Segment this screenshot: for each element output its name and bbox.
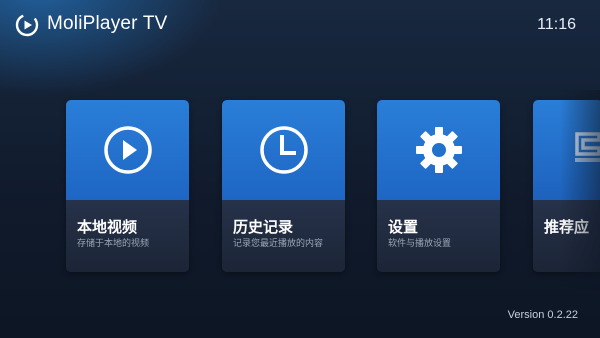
card-history-header: [222, 100, 345, 200]
clock: 11:16: [537, 16, 576, 33]
card-history[interactable]: 历史记录 记录您最近播放的内容: [222, 100, 345, 272]
card-title: 历史记录: [233, 219, 294, 236]
card-recommended[interactable]: 推荐应: [533, 100, 600, 272]
card-subtitle: 软件与播放设置: [388, 238, 452, 248]
play-logo-icon: [15, 13, 39, 37]
gear-icon: [415, 127, 462, 173]
card-subtitle: 存储于本地的视频: [77, 238, 150, 248]
card-title: 推荐应: [544, 219, 590, 236]
app-title: MoliPlayer TV: [47, 13, 168, 34]
card-recommended-header: [533, 100, 600, 200]
card-title: 设置: [388, 219, 419, 236]
card-local-videos[interactable]: 本地视频 存储于本地的视频: [66, 100, 189, 272]
card-settings[interactable]: 设置 软件与播放设置: [377, 100, 500, 272]
recommend-icon: [575, 132, 600, 162]
card-local-videos-header: [66, 100, 189, 200]
card-subtitle: 记录您最近播放的内容: [233, 238, 324, 248]
clock-icon: [259, 126, 308, 174]
version-label: Version 0.2.22: [507, 309, 578, 321]
card-title: 本地视频: [77, 219, 138, 236]
play-circle-icon: [103, 126, 152, 174]
card-settings-header: [377, 100, 500, 200]
